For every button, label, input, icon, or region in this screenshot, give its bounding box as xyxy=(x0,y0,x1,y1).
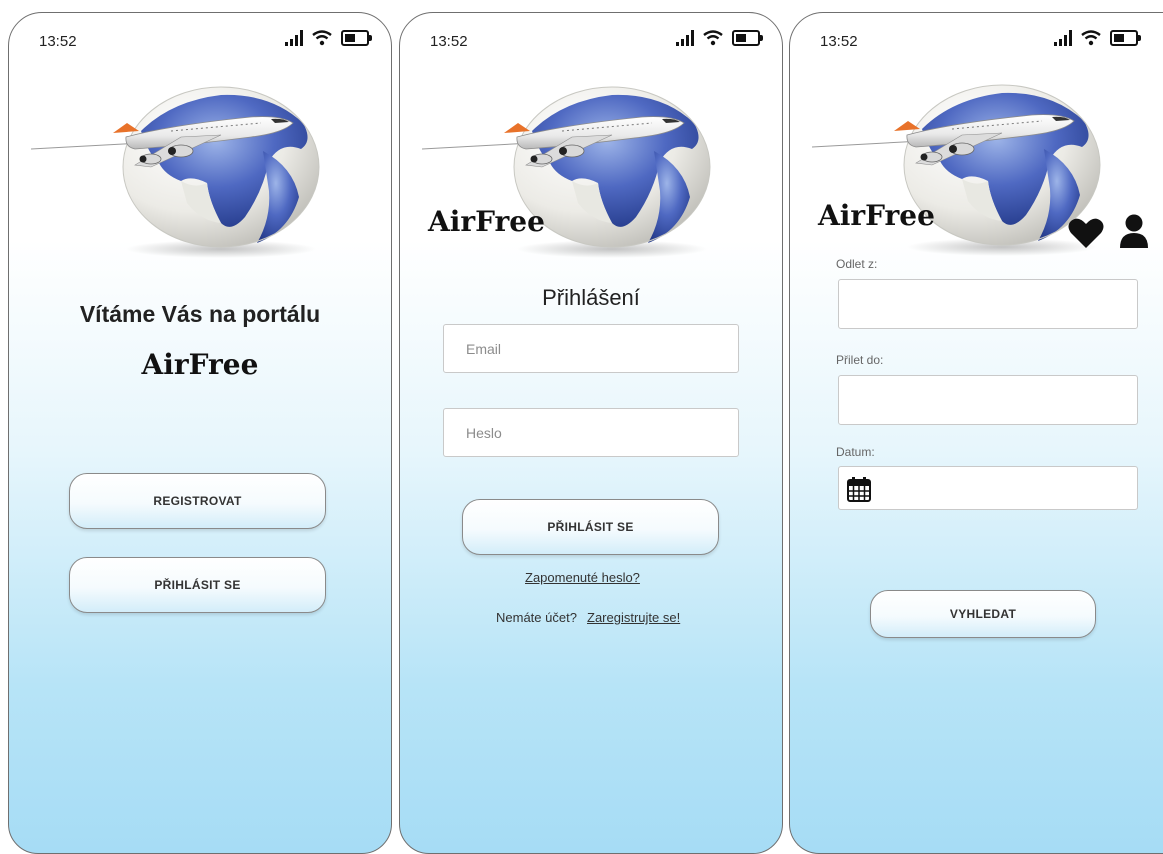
status-icons xyxy=(285,27,372,49)
date-field[interactable] xyxy=(838,466,1138,510)
wifi-icon xyxy=(703,30,723,46)
calendar-icon[interactable] xyxy=(847,476,871,502)
status-time: 13:52 xyxy=(820,33,858,50)
to-field-wrap xyxy=(838,375,1138,425)
status-time: 13:52 xyxy=(39,33,77,50)
battery-icon xyxy=(1110,30,1141,46)
email-field[interactable] xyxy=(444,325,738,372)
wifi-icon xyxy=(1081,30,1101,46)
login-heading: Přihlášení xyxy=(542,285,640,310)
battery-icon xyxy=(341,30,372,46)
signal-icon xyxy=(1054,30,1072,46)
wifi-icon xyxy=(312,30,332,46)
password-field[interactable] xyxy=(444,409,738,456)
status-icons xyxy=(676,27,763,49)
user-icon[interactable] xyxy=(1118,213,1150,249)
battery-icon xyxy=(732,30,763,46)
to-label: Přilet do: xyxy=(836,353,884,367)
login-button[interactable]: PŘIHLÁSIT SE xyxy=(69,557,326,613)
register-link[interactable]: Zaregistrujte se! xyxy=(587,610,680,625)
register-button[interactable]: REGISTROVAT xyxy=(69,473,326,529)
password-field-wrap xyxy=(443,408,739,457)
from-label: Odlet z: xyxy=(836,257,878,271)
search-button[interactable]: VYHLEDAT xyxy=(870,590,1096,638)
search-screen: 13:52 AirFree Odlet z: Přilet do: Datum:… xyxy=(789,12,1163,854)
heart-icon[interactable] xyxy=(1068,217,1104,249)
brand-name: AirFree xyxy=(818,199,935,232)
welcome-title: Vítáme Vás na portálu xyxy=(79,301,321,327)
from-field[interactable] xyxy=(839,280,1137,328)
from-field-wrap xyxy=(838,279,1138,329)
login-submit-button[interactable]: PŘIHLÁSIT SE xyxy=(462,499,719,555)
airfree-logo xyxy=(31,71,341,261)
to-field[interactable] xyxy=(839,376,1137,424)
welcome-brand: AirFree xyxy=(141,348,259,381)
no-account-text: Nemáte účet? xyxy=(496,610,577,625)
forgot-password-link[interactable]: Zapomenuté heslo? xyxy=(525,570,640,585)
welcome-screen: 13:52 Vítáme Vás na portálu AirFree REGI… xyxy=(8,12,392,854)
email-field-wrap xyxy=(443,324,739,373)
status-time: 13:52 xyxy=(430,33,468,50)
date-label: Datum: xyxy=(836,445,875,459)
signal-icon xyxy=(676,30,694,46)
login-screen: 13:52 AirFree Přihlášení PŘIHLÁSIT SE Za… xyxy=(399,12,783,854)
signal-icon xyxy=(285,30,303,46)
status-icons xyxy=(1054,27,1141,49)
brand-name: AirFree xyxy=(428,205,545,238)
